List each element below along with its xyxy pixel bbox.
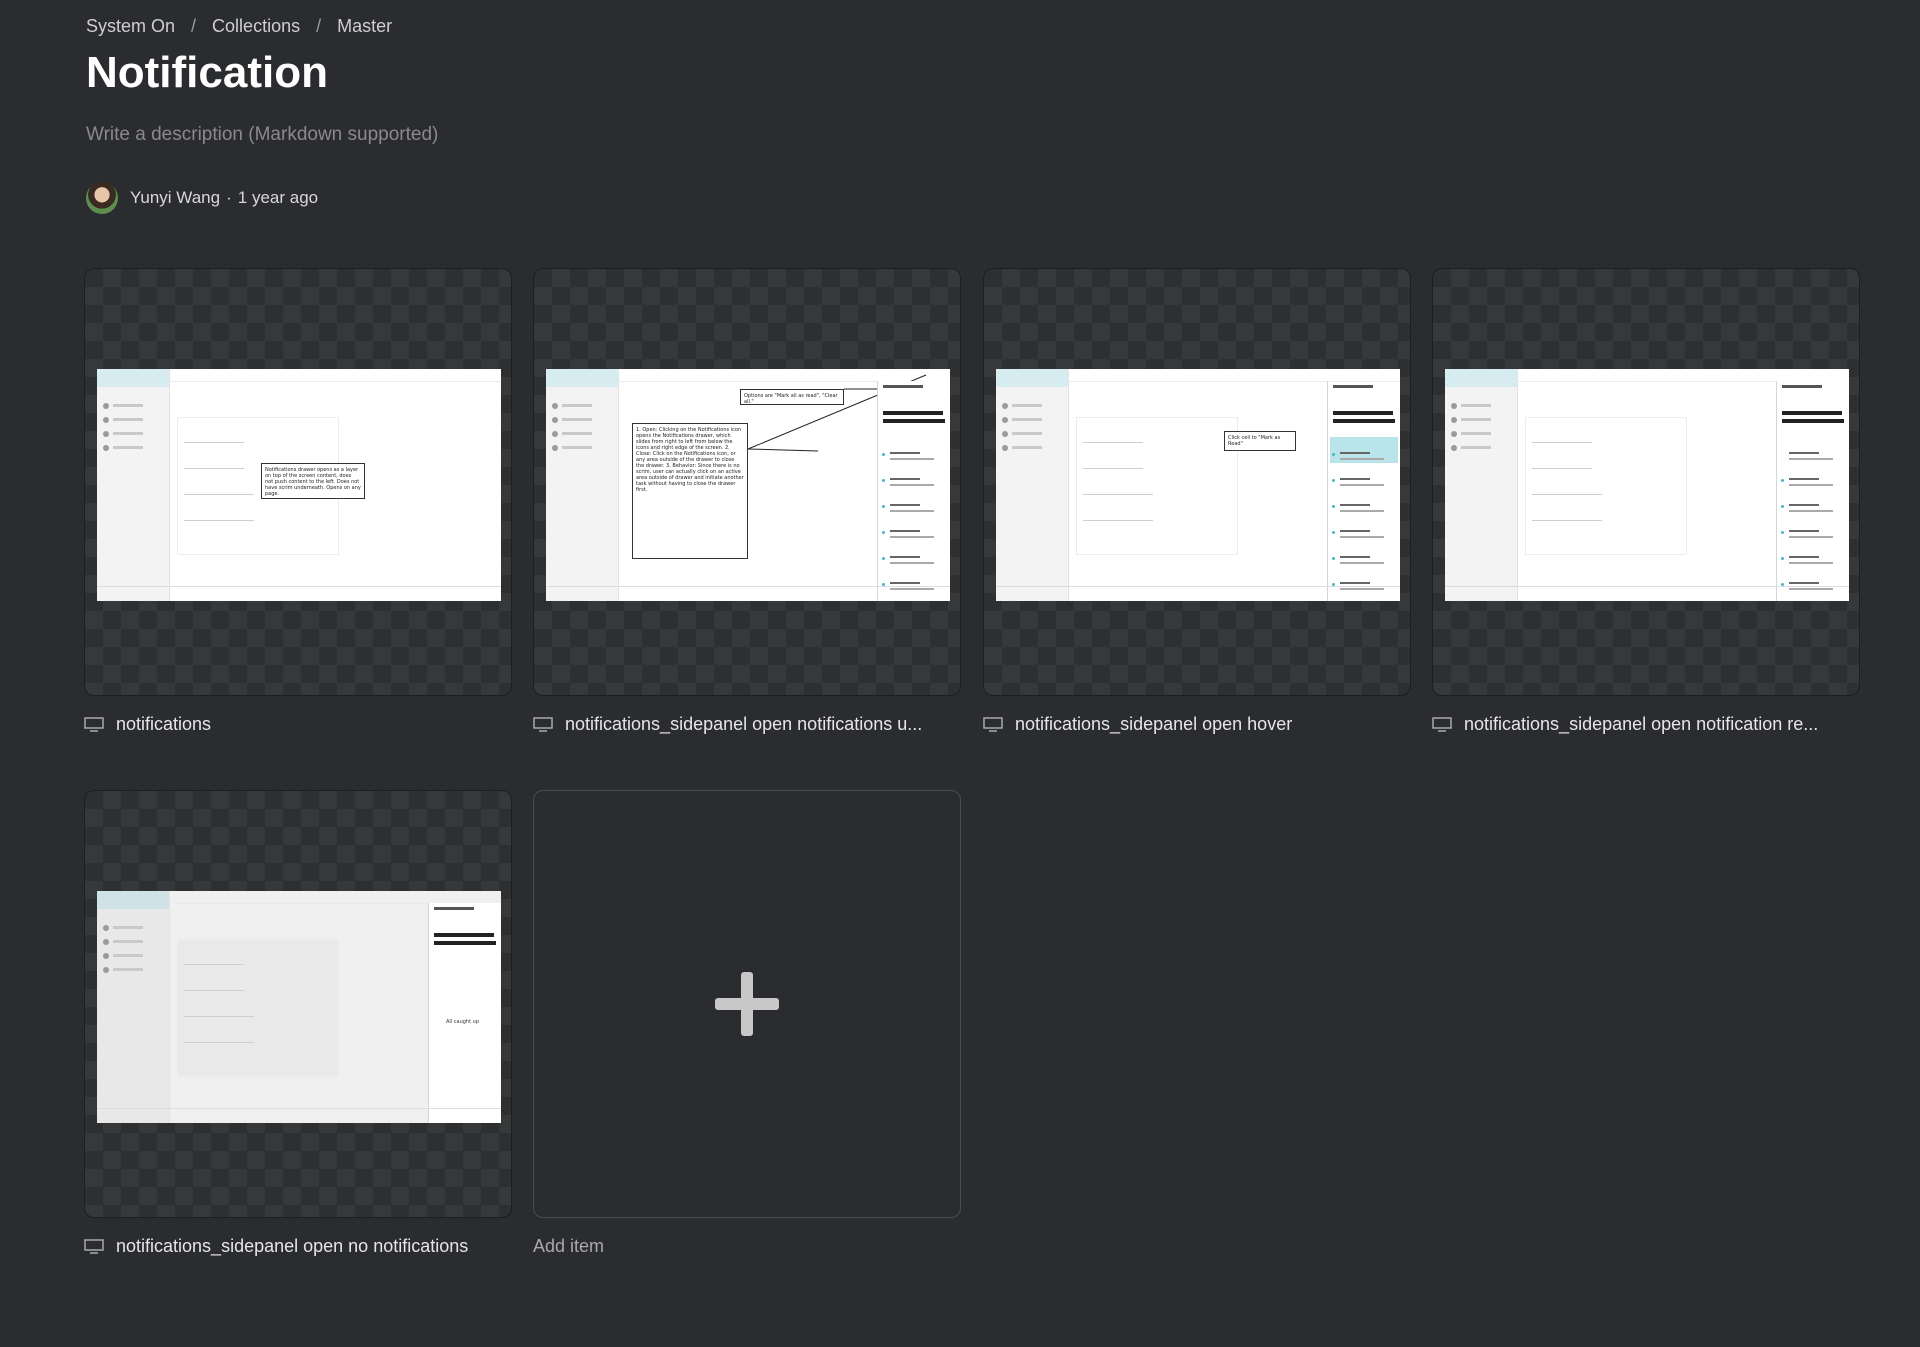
screen-icon [983, 717, 1003, 732]
thumbnail-screen: Click cell to "Mark as Read" [996, 369, 1400, 601]
breadcrumb-system-on[interactable]: System On [86, 16, 175, 37]
item-thumbnail[interactable]: All caught up [84, 790, 512, 1218]
annotation-note: Notifications drawer opens as a layer on… [261, 463, 365, 499]
author-name: Yunyi Wang [130, 188, 221, 207]
thumbnail-screen [1445, 369, 1849, 601]
add-item-button[interactable] [533, 790, 961, 1218]
avatar[interactable] [86, 182, 118, 214]
item-label: notifications [116, 714, 212, 734]
screen-icon [84, 1239, 104, 1254]
description-field[interactable]: Write a description (Markdown supported) [86, 124, 438, 146]
thumbnail-screen: 1. Open: Clicking on the Notifications i… [546, 369, 950, 601]
collection-item[interactable]: Notifications drawer opens as a layer on… [84, 268, 512, 735]
item-label: notifications_sidepanel open notificatio… [1464, 714, 1819, 734]
screen-icon [533, 717, 553, 732]
item-thumbnail[interactable]: Click cell to "Mark as Read" [983, 268, 1411, 696]
collection-item[interactable]: 1. Open: Clicking on the Notifications i… [533, 268, 961, 735]
author-time: 1 year ago [237, 188, 319, 207]
collection-item[interactable]: notifications_sidepanel open notificatio… [1432, 268, 1860, 735]
breadcrumb-collections[interactable]: Collections [212, 16, 300, 37]
annotation-note: Click cell to "Mark as Read" [1224, 431, 1296, 451]
page-title: Notification [86, 48, 328, 97]
collection-item[interactable]: Click cell to "Mark as Read" notificatio… [983, 268, 1411, 735]
empty-state-text: All caught up [445, 1019, 479, 1025]
thumbnail-screen: Notifications drawer opens as a layer on… [97, 369, 501, 601]
item-thumbnail[interactable]: 1. Open: Clicking on the Notifications i… [533, 268, 961, 696]
item-label: notifications_sidepanel open notificatio… [565, 714, 923, 734]
author-separator: · [226, 188, 232, 207]
breadcrumb-separator: / [316, 16, 322, 36]
breadcrumb-master[interactable]: Master [337, 16, 392, 37]
screen-icon [84, 717, 104, 732]
breadcrumb-separator: / [191, 16, 197, 36]
item-thumbnail[interactable]: Notifications drawer opens as a layer on… [84, 268, 512, 696]
add-item[interactable]: Add item [533, 790, 961, 1257]
item-label: notifications_sidepanel open hover [1015, 714, 1293, 734]
author-info: Yunyi Wang · 1 year ago [86, 182, 318, 214]
item-label: notifications_sidepanel open no notifica… [116, 1236, 469, 1256]
collection-item[interactable]: All caught up notifications_sidepanel op… [84, 790, 512, 1257]
add-item-label[interactable]: Add item [533, 1236, 961, 1257]
breadcrumb: System On / Collections / Master [86, 16, 392, 37]
item-thumbnail[interactable] [1432, 268, 1860, 696]
screen-icon [1432, 717, 1452, 732]
thumbnail-screen: All caught up [97, 891, 501, 1123]
